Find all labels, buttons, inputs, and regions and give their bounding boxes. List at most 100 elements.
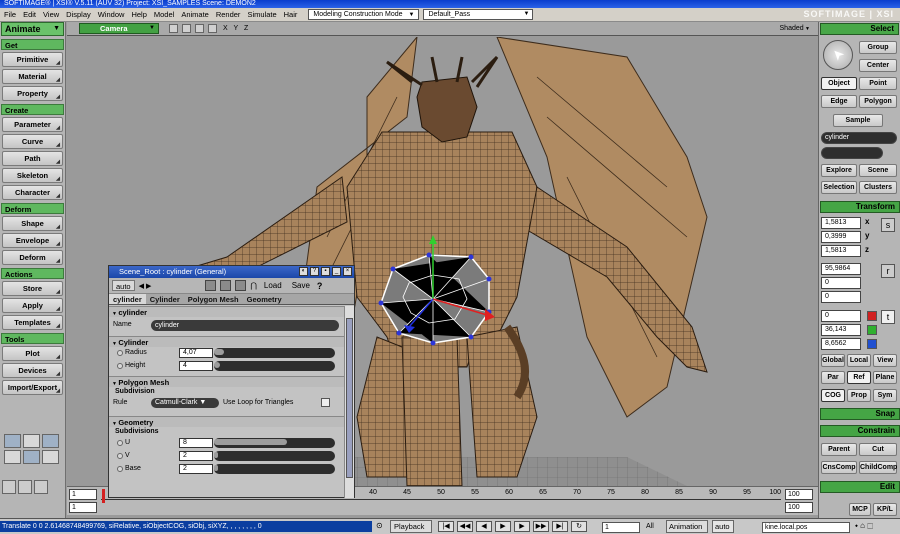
- parameter-button[interactable]: Parameter: [2, 117, 63, 132]
- radius-field[interactable]: 4,07: [179, 348, 213, 358]
- shape-button[interactable]: Shape: [2, 216, 63, 231]
- group-button[interactable]: Group: [859, 41, 897, 54]
- layout-icon[interactable]: [4, 450, 21, 464]
- tab-geometry[interactable]: Geometry: [243, 294, 286, 304]
- transform-header[interactable]: Transform: [820, 201, 900, 213]
- keyable-param-field[interactable]: kine.local.pos: [762, 522, 850, 533]
- edit-header[interactable]: Edit: [820, 481, 900, 493]
- y-axis-toggle[interactable]: [867, 325, 877, 335]
- base-field[interactable]: 2: [179, 464, 213, 474]
- material-button[interactable]: Material: [2, 69, 63, 84]
- snap-header[interactable]: Snap: [820, 408, 900, 420]
- scrollbar-thumb[interactable]: [346, 318, 353, 478]
- local-button[interactable]: Local: [847, 354, 871, 367]
- next-frame-icon[interactable]: ▶: [514, 521, 530, 532]
- group-geometry[interactable]: Geometry: [109, 416, 345, 427]
- u-field[interactable]: 8: [179, 438, 213, 448]
- animation-button[interactable]: Animation: [666, 520, 708, 533]
- rotate-x-field[interactable]: 95,9864: [821, 263, 861, 275]
- tab-cylinder-name[interactable]: cylinder: [109, 294, 146, 304]
- constrain-header[interactable]: Constrain: [820, 425, 900, 437]
- toolbar-mode-select[interactable]: Animate: [1, 22, 64, 36]
- ref-button[interactable]: Ref: [847, 371, 871, 384]
- menu-model[interactable]: Model: [154, 10, 174, 19]
- v-slider[interactable]: [214, 451, 335, 461]
- name-field[interactable]: cylinder: [151, 320, 339, 331]
- z-axis-toggle[interactable]: [867, 339, 877, 349]
- menu-view[interactable]: View: [43, 10, 59, 19]
- v-field[interactable]: 2: [179, 451, 213, 461]
- menu-simulate[interactable]: Simulate: [247, 10, 276, 19]
- scene-button[interactable]: Scene: [859, 164, 897, 177]
- playhead[interactable]: [102, 489, 105, 503]
- character-button[interactable]: Character: [2, 185, 63, 200]
- eye-icon[interactable]: [169, 24, 178, 33]
- selection-button[interactable]: Selection: [821, 181, 857, 194]
- height-field[interactable]: 4: [179, 361, 213, 371]
- animation-dot-icon[interactable]: [117, 363, 123, 369]
- sym-button[interactable]: Sym: [873, 389, 897, 402]
- menu-hair[interactable]: Hair: [284, 10, 298, 19]
- frame-field[interactable]: 1: [602, 522, 640, 533]
- rotate-icon[interactable]: [208, 24, 217, 33]
- menu-help[interactable]: Help: [131, 10, 146, 19]
- x-axis-toggle[interactable]: [867, 311, 877, 321]
- animation-dot-icon[interactable]: [117, 453, 123, 459]
- recycle-icon[interactable]: ◐: [299, 267, 308, 276]
- devices-button[interactable]: Devices: [2, 363, 63, 378]
- prev-frame-icon[interactable]: ◀: [476, 521, 492, 532]
- height-slider[interactable]: [214, 361, 335, 371]
- parent-button[interactable]: Parent: [821, 443, 857, 456]
- property-scrollbar[interactable]: [344, 306, 354, 498]
- magnify-icon[interactable]: [182, 24, 191, 33]
- prop-button[interactable]: Prop: [847, 389, 871, 402]
- childcomp-button[interactable]: ChildComp: [859, 461, 897, 474]
- auto-preset-select[interactable]: auto: [112, 280, 135, 291]
- menu-render[interactable]: Render: [216, 10, 241, 19]
- rule-select[interactable]: Catmull-Clark ▼: [151, 398, 219, 408]
- translate-x-field[interactable]: 0: [821, 310, 861, 322]
- import-export-button[interactable]: Import/Export: [2, 380, 63, 395]
- menu-edit[interactable]: Edit: [23, 10, 36, 19]
- layout-icon[interactable]: [23, 450, 40, 464]
- sample-button[interactable]: Sample: [833, 114, 883, 127]
- edge-button[interactable]: Edge: [821, 95, 857, 108]
- center-button[interactable]: Center: [859, 59, 897, 72]
- play-icon[interactable]: ▶: [495, 521, 511, 532]
- plot-button[interactable]: Plot: [2, 346, 63, 361]
- apply-button[interactable]: Apply: [2, 298, 63, 313]
- current-frame-field[interactable]: 1: [69, 502, 97, 513]
- curve-button[interactable]: Curve: [2, 134, 63, 149]
- property-button[interactable]: Property: [2, 86, 63, 101]
- select-header[interactable]: Select: [820, 23, 899, 35]
- construction-mode-select[interactable]: Modeling Construction Mode ▼: [308, 9, 420, 20]
- deform-button[interactable]: Deform: [2, 250, 63, 265]
- tab-polygon-mesh[interactable]: Polygon Mesh: [184, 294, 243, 304]
- translate-z-field[interactable]: 8,6562: [821, 338, 861, 350]
- radius-slider[interactable]: [214, 348, 335, 358]
- store-button[interactable]: Store: [2, 281, 63, 296]
- layout-icon[interactable]: [42, 450, 59, 464]
- scale-y-field[interactable]: 0,3999: [821, 231, 861, 243]
- display-mode-select[interactable]: Shaded: [780, 25, 810, 32]
- last-frame-icon[interactable]: ▶|: [552, 521, 568, 532]
- animation-dot-icon[interactable]: [117, 440, 123, 446]
- loop-checkbox[interactable]: [321, 398, 330, 407]
- playback-button[interactable]: Playback: [390, 520, 432, 533]
- menu-display[interactable]: Display: [66, 10, 91, 19]
- timeline-end-field-2[interactable]: 100: [785, 502, 813, 513]
- path-button[interactable]: Path: [2, 151, 63, 166]
- rotate-z-field[interactable]: 0: [821, 291, 861, 303]
- selection-name-field[interactable]: cylinder: [821, 132, 897, 144]
- primitive-button[interactable]: Primitive: [2, 52, 63, 67]
- global-button[interactable]: Global: [821, 354, 845, 367]
- command-line[interactable]: Translate 0 0 2.61468748499769, siRelati…: [0, 521, 372, 532]
- first-frame-icon[interactable]: |◀: [438, 521, 454, 532]
- par-button[interactable]: Par: [821, 371, 845, 384]
- script-icon[interactable]: ⊙: [376, 521, 383, 530]
- property-editor-titlebar[interactable]: Scene_Root : cylinder (General) ◐ ? ▪ _ …: [109, 266, 354, 278]
- polygon-button[interactable]: Polygon: [859, 95, 897, 108]
- animate-icon[interactable]: [220, 280, 232, 291]
- layout-icon[interactable]: [4, 434, 21, 448]
- axes-label[interactable]: X Y Z: [223, 25, 250, 32]
